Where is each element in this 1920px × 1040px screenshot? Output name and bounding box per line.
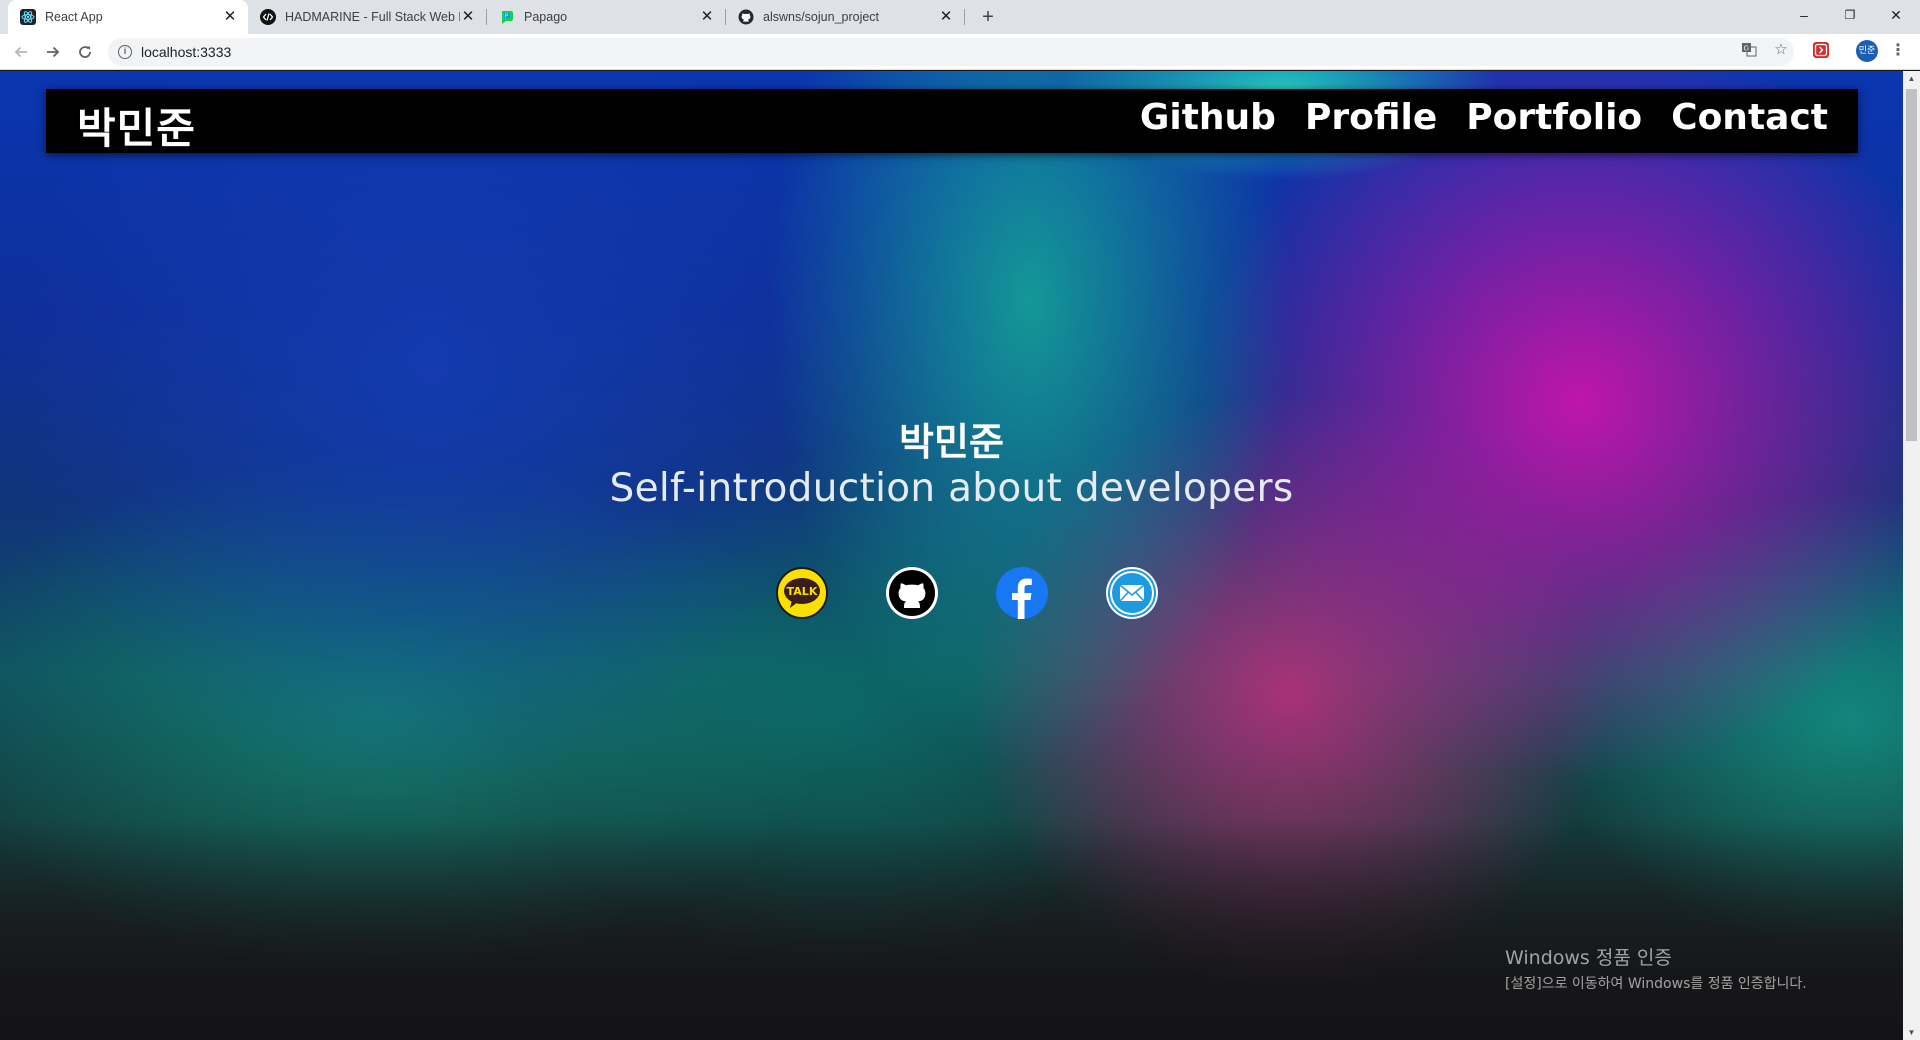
svg-text:G: G	[1744, 45, 1749, 53]
tab-separator	[964, 9, 965, 25]
site-brand[interactable]: 박민준	[77, 95, 196, 156]
tab-papago[interactable]: P Papago ✕	[487, 0, 725, 34]
tab-strip: React App ✕ HADMARINE - Full Stack Web D…	[0, 0, 1920, 34]
translate-icon[interactable]: G	[1740, 40, 1758, 58]
site-navbar: 박민준 Github Profile Portfolio Contact	[46, 89, 1858, 153]
tab-github-repo[interactable]: alswns/sojun_project ✕	[726, 0, 964, 34]
arrow-right-icon	[47, 46, 60, 58]
tab-title: HADMARINE - Full Stack Web D	[285, 10, 460, 24]
scrollbar-thumb[interactable]	[1906, 89, 1917, 441]
kakaotalk-icon: TALK	[784, 578, 820, 608]
close-tab-icon[interactable]: ✕	[938, 9, 954, 25]
nav-link-github[interactable]: Github	[1140, 97, 1276, 138]
github-button[interactable]	[886, 567, 938, 619]
react-atom-icon	[20, 9, 36, 25]
kakaotalk-label: TALK	[787, 585, 818, 598]
tab-hadmarine[interactable]: HADMARINE - Full Stack Web D ✕	[248, 0, 486, 34]
reload-button[interactable]	[71, 38, 99, 66]
minimize-button[interactable]: –	[1781, 0, 1827, 30]
activation-subtitle: [설정]으로 이동하여 Windows를 정품 인증합니다.	[1505, 976, 1807, 992]
activation-title: Windows 정품 인증	[1505, 947, 1672, 969]
email-button[interactable]	[1106, 567, 1158, 619]
site-nav-links: Github Profile Portfolio Contact	[1111, 97, 1828, 138]
scroll-up-icon[interactable]: ▲	[1907, 74, 1916, 83]
close-tab-icon[interactable]: ✕	[699, 9, 715, 25]
forward-button[interactable]	[39, 38, 67, 66]
windows-activation-watermark: Windows 정품 인증 [설정]으로 이동하여 Windows를 정품 인증…	[1505, 943, 1807, 993]
social-links: TALK	[776, 567, 1158, 619]
url-text: localhost:3333	[141, 44, 232, 60]
facebook-button[interactable]	[996, 567, 1048, 619]
bookmark-star-icon[interactable]: ☆	[1772, 40, 1790, 58]
close-window-button[interactable]: ✕	[1873, 0, 1919, 30]
address-bar[interactable]: i localhost:3333	[108, 38, 1794, 66]
papago-icon: P	[499, 9, 515, 25]
reload-icon	[79, 46, 91, 58]
browser-menu-icon[interactable]: ⋮	[1888, 40, 1908, 62]
tab-title: alswns/sojun_project	[763, 10, 880, 24]
back-button[interactable]	[7, 38, 35, 66]
scroll-down-icon[interactable]: ▼	[1907, 1028, 1916, 1037]
svg-text:P: P	[505, 14, 508, 20]
page-viewport: 박민준 Github Profile Portfolio Contact 박민준…	[0, 71, 1903, 1040]
close-tab-icon[interactable]: ✕	[222, 9, 238, 25]
mail-icon	[1108, 569, 1156, 617]
facebook-icon	[1012, 578, 1032, 619]
browser-toolbar: i localhost:3333 G ☆ 민준 ⋮	[0, 34, 1920, 70]
tab-title: Papago	[524, 10, 568, 24]
tab-react-app[interactable]: React App ✕	[8, 0, 248, 34]
code-brackets-icon	[260, 9, 276, 25]
close-tab-icon[interactable]: ✕	[460, 9, 476, 25]
profile-avatar[interactable]: 민준	[1856, 40, 1878, 62]
kakaotalk-button[interactable]: TALK	[776, 567, 828, 619]
extension-icon[interactable]	[1812, 41, 1830, 59]
nav-link-profile[interactable]: Profile	[1305, 97, 1437, 138]
hero-name: 박민준	[899, 420, 1004, 464]
tab-title: React App	[45, 10, 103, 24]
arrow-left-icon	[14, 46, 27, 58]
hero-subtitle: Self-introduction about developers	[609, 466, 1294, 511]
hero-section: 박민준 Self-introduction about developers	[0, 411, 1903, 511]
new-tab-button[interactable]: +	[976, 5, 1000, 29]
github-icon	[738, 9, 754, 25]
nav-link-contact[interactable]: Contact	[1671, 97, 1828, 138]
info-icon[interactable]: i	[118, 45, 132, 59]
nav-link-portfolio[interactable]: Portfolio	[1466, 97, 1642, 138]
restore-button[interactable]: ❐	[1827, 0, 1873, 30]
github-icon	[889, 570, 935, 616]
page-scrollbar[interactable]: ▲ ▼	[1903, 71, 1920, 1040]
